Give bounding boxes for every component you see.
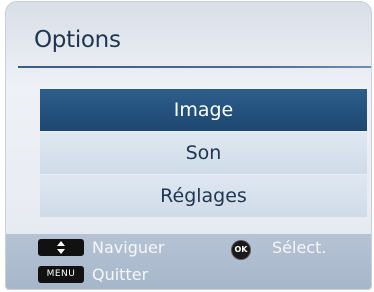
navigate-hint: Naviguer — [92, 238, 165, 257]
options-dialog: Options Image Son Réglages Naviguer OK S… — [5, 1, 372, 290]
menu-item-reglages[interactable]: Réglages — [40, 175, 367, 217]
title-divider — [18, 66, 371, 68]
ok-button-icon: OK — [232, 241, 250, 259]
quit-hint: Quitter — [92, 265, 149, 284]
options-menu: Image Son Réglages — [40, 89, 367, 218]
menu-key-icon: MENU — [38, 266, 84, 283]
up-down-arrows-icon — [38, 239, 84, 256]
dialog-title: Options — [34, 27, 121, 53]
menu-item-image[interactable]: Image — [40, 89, 367, 131]
select-hint: Sélect. — [272, 238, 327, 257]
menu-item-son[interactable]: Son — [40, 132, 367, 174]
help-bar: Naviguer OK Sélect. MENU Quitter — [6, 234, 371, 289]
